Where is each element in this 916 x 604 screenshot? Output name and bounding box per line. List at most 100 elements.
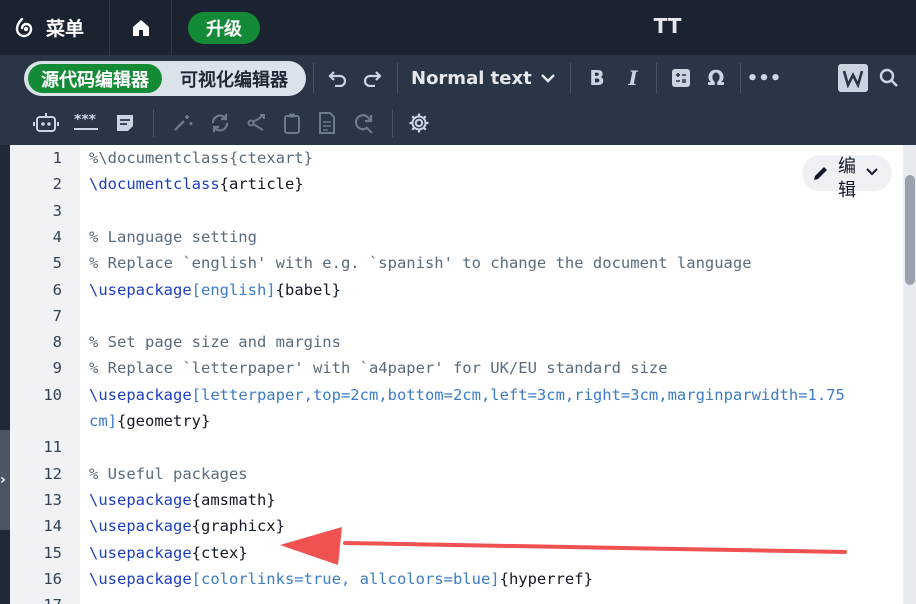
toolbar-divider: [570, 63, 571, 93]
refresh-icon[interactable]: [350, 111, 376, 135]
text-format-value: Normal text: [411, 67, 532, 89]
code-line[interactable]: %\documentclass{ctexart}: [89, 145, 313, 171]
code-token: \usepackage: [89, 543, 192, 562]
chevron-down-icon: [866, 168, 878, 176]
line-number: 16: [43, 569, 62, 588]
redo-icon[interactable]: [359, 66, 385, 90]
clipboard-icon[interactable]: [281, 111, 303, 135]
code-token: {ctex}: [191, 543, 248, 562]
code-token: [letterpaper,top=2cm,bottom=2cm,left=3cm…: [191, 385, 845, 404]
line-number: 2: [52, 175, 62, 194]
pencil-icon: [814, 167, 827, 180]
line-number: 11: [43, 438, 62, 457]
code-line[interactable]: % Language setting: [89, 224, 257, 250]
toolbar-divider: [392, 109, 393, 137]
code-line[interactable]: \usepackage[colorlinks=true, allcolors=b…: [89, 566, 593, 592]
toolbar-divider: [656, 63, 657, 93]
top-bar: 菜单 升级 TT: [0, 0, 916, 55]
svg-text:***: ***: [74, 114, 97, 128]
settings-icon[interactable]: [406, 110, 432, 136]
overleaf-logo-icon: [15, 17, 33, 37]
menu-label: 菜单: [46, 18, 85, 40]
code-token: % Replace `letterpaper' with `a4paper' f…: [89, 359, 668, 378]
code-token: \usepackage: [89, 569, 192, 588]
toolbar-divider: [740, 63, 741, 93]
code-token: cm]: [89, 412, 117, 430]
code-line[interactable]: % Useful packages: [89, 461, 248, 487]
line-number: 10: [43, 385, 62, 404]
code-token: {amsmath}: [191, 490, 276, 509]
editor-toolbar: 源代码编辑器 可视化编辑器 Normal text B I Ω ••• ***: [0, 55, 916, 145]
code-token: [colorlinks=true, allcolors=blue]: [191, 569, 500, 588]
line-number: 5: [52, 254, 62, 273]
line-number: 8: [52, 333, 62, 352]
code-line[interactable]: cm]{geometry}: [89, 408, 210, 434]
line-number: 17: [10, 592, 62, 604]
chevron-right-icon: ›: [0, 472, 6, 488]
line-number: 9: [52, 359, 62, 378]
code-line[interactable]: \usepackage{ctex}: [89, 540, 248, 566]
line-number: 6: [52, 280, 62, 299]
code-line[interactable]: % Replace `letterpaper' with `a4paper' f…: [89, 355, 668, 381]
search-icon[interactable]: [876, 65, 902, 91]
file-tree-expand-handle[interactable]: ›: [0, 430, 10, 530]
code-line[interactable]: % Replace `english' with e.g. `spanish' …: [89, 250, 752, 276]
code-token: {babel}: [275, 280, 341, 299]
home-icon: [133, 19, 149, 36]
code-token: \usepackage: [89, 517, 192, 536]
code-line[interactable]: \documentclass{article}: [89, 171, 304, 197]
source-editor-tab[interactable]: 源代码编辑器: [28, 64, 162, 93]
chevron-down-icon: [541, 74, 555, 83]
ai-robot-icon[interactable]: [32, 111, 60, 135]
code-token: {hyperref}: [499, 569, 593, 588]
visual-editor-tab[interactable]: 可视化编辑器: [168, 64, 300, 93]
toolbar-divider: [397, 63, 398, 93]
document-title: TT: [653, 14, 682, 38]
code-editor[interactable]: 1234567891011121314151617 %\documentclas…: [10, 145, 903, 604]
code-token: \documentclass: [89, 175, 220, 194]
code-token: \usepackage: [89, 490, 192, 509]
ai-sparkle-icon[interactable]: [170, 111, 196, 135]
home-button[interactable]: [111, 0, 172, 55]
sync-icon[interactable]: [207, 111, 233, 135]
code-line[interactable]: \usepackage{graphicx}: [89, 513, 285, 539]
text-format-select[interactable]: Normal text: [411, 65, 556, 91]
line-number: 12: [43, 464, 62, 483]
code-token: {graphicx}: [191, 517, 285, 536]
math-icon[interactable]: [669, 66, 693, 90]
menu-button[interactable]: 菜单: [0, 0, 110, 55]
code-token: % Replace `english' with e.g. `spanish' …: [89, 254, 752, 273]
italic-icon[interactable]: I: [621, 66, 645, 90]
document-icon[interactable]: [316, 111, 338, 135]
editor-mode-toggle: 源代码编辑器 可视化编辑器: [24, 61, 306, 96]
code-line[interactable]: \usepackage[letterpaper,top=2cm,bottom=2…: [89, 382, 845, 408]
code-token: {geometry}: [117, 412, 211, 430]
code-token: \usepackage: [89, 385, 192, 404]
bold-icon[interactable]: B: [585, 66, 609, 90]
code-line[interactable]: \usepackage[english]{babel}: [89, 277, 341, 303]
notes-icon[interactable]: [113, 111, 137, 135]
writefull-icon[interactable]: [838, 64, 868, 92]
line-number: 15: [43, 543, 62, 562]
edit-mode-dropdown[interactable]: 编辑: [802, 155, 892, 201]
undo-icon[interactable]: [325, 66, 351, 90]
line-number: 3: [52, 201, 62, 220]
code-token: % Language setting: [89, 227, 257, 246]
scrollbar-thumb[interactable]: [905, 175, 915, 285]
editor-scrollbar[interactable]: [903, 145, 916, 604]
code-token: % Set page size and margins: [89, 333, 341, 352]
more-icon[interactable]: •••: [747, 66, 782, 90]
upgrade-button[interactable]: 升级: [188, 12, 260, 44]
share-icon[interactable]: [244, 111, 270, 135]
code-token: \usepackage: [89, 280, 192, 299]
line-number: 7: [52, 306, 62, 325]
code-line[interactable]: \usepackage{amsmath}: [89, 487, 276, 513]
toolbar-divider: [153, 109, 154, 137]
line-number: 1: [52, 149, 62, 167]
code-token: %\documentclass{ctexart}: [89, 149, 313, 167]
omega-icon[interactable]: Ω: [704, 66, 728, 90]
edit-mode-label: 编辑: [838, 156, 856, 201]
line-number: 4: [52, 227, 62, 246]
code-line[interactable]: % Set page size and margins: [89, 329, 341, 355]
password-icon[interactable]: ***: [72, 111, 100, 135]
